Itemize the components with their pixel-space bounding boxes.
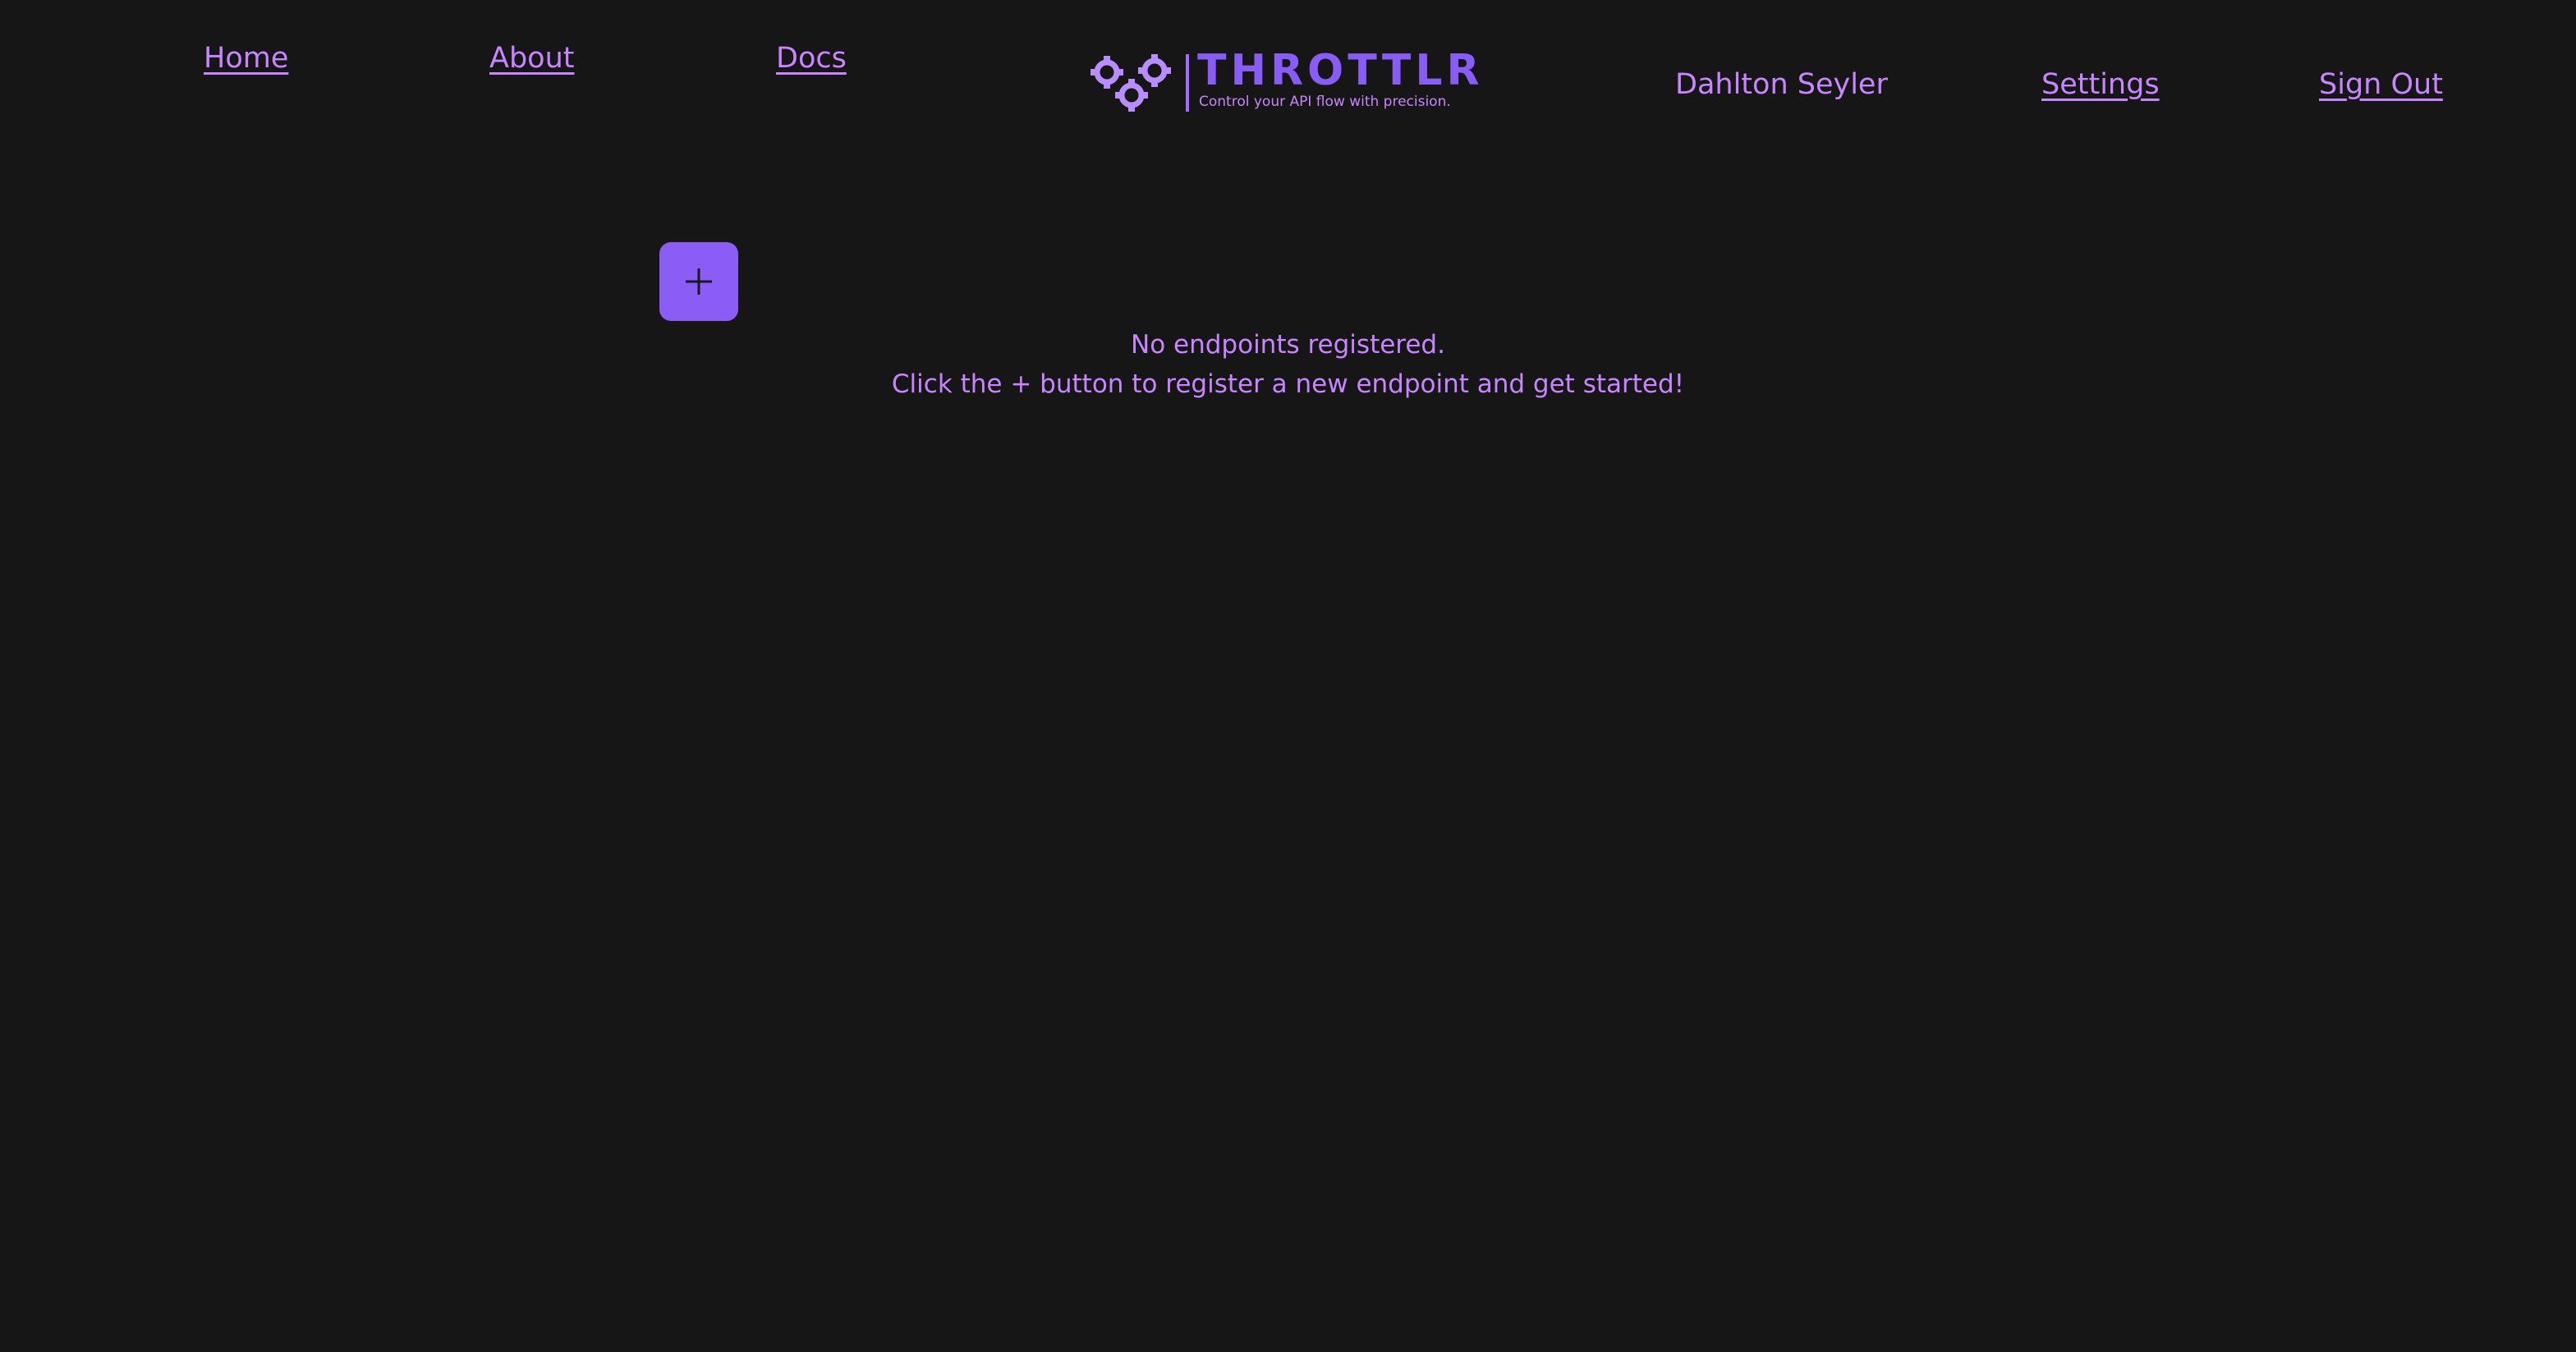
user-name: Dahlton Seyler <box>1675 68 1888 101</box>
nav-link-docs[interactable]: Docs <box>776 44 847 73</box>
empty-state-message: No endpoints registered. Click the + but… <box>0 325 2576 404</box>
nav-link-home[interactable]: Home <box>204 44 288 73</box>
gears-icon <box>1091 54 1171 112</box>
nav-link-settings[interactable]: Settings <box>2041 71 2160 99</box>
plus-icon <box>686 268 712 295</box>
nav-link-sign-out[interactable]: Sign Out <box>2319 71 2443 99</box>
nav-link-about[interactable]: About <box>489 44 574 73</box>
empty-state-title: No endpoints registered. <box>1131 330 1445 360</box>
add-endpoint-button[interactable] <box>659 242 738 321</box>
throttlr-logo[interactable]: THROTTLR Control your API flow with prec… <box>1089 46 1491 117</box>
logo-wordmark: THROTTLR <box>1197 46 1484 95</box>
empty-state-hint: Click the + button to register a new end… <box>891 369 1685 399</box>
logo-tagline: Control your API flow with precision. <box>1199 94 1451 110</box>
dashboard-page: Home About Docs THROTTLR Control your AP… <box>0 0 2576 1352</box>
logo-divider <box>1186 54 1189 112</box>
